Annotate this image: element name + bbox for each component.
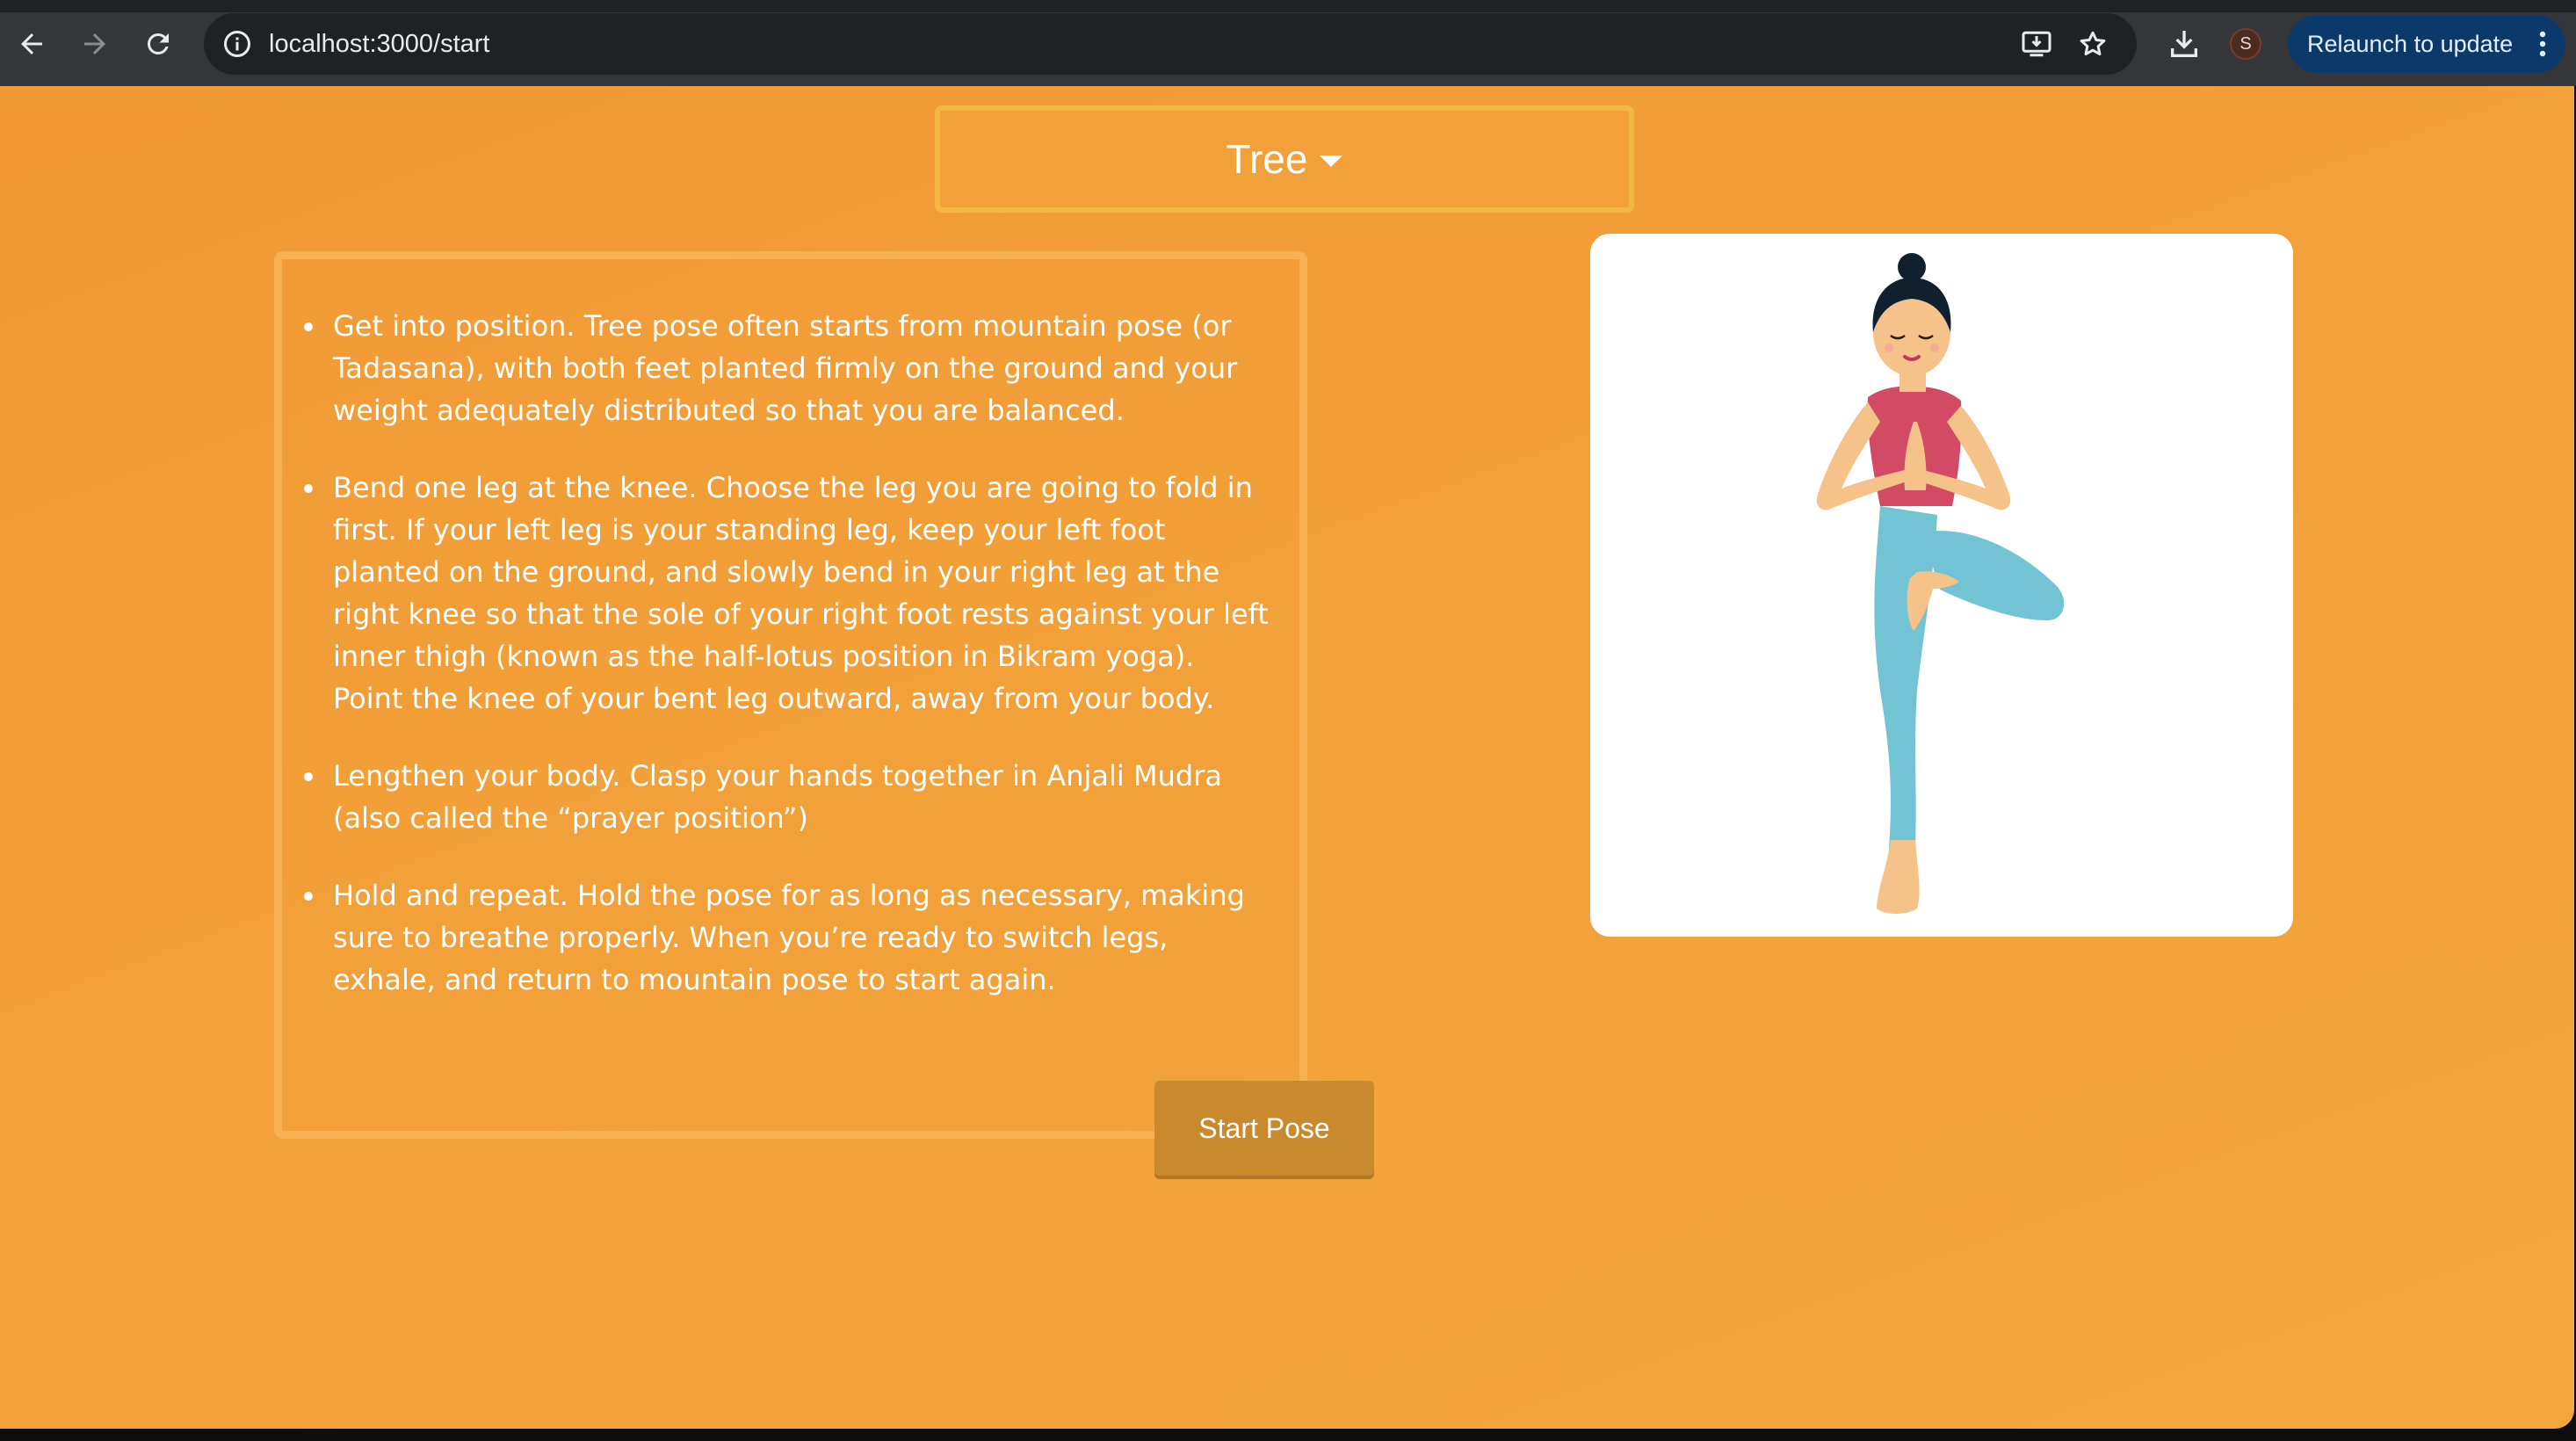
instruction-item: Bend one leg at the knee. Choose the leg… bbox=[328, 467, 1273, 720]
instruction-item: Lengthen your body. Clasp your hands tog… bbox=[328, 755, 1273, 839]
reload-icon bbox=[147, 33, 169, 54]
caret-down-icon bbox=[1320, 155, 1343, 167]
relaunch-to-update-button[interactable]: Relaunch to update bbox=[2288, 15, 2565, 73]
back-button[interactable] bbox=[11, 23, 53, 65]
instruction-item: Hold and repeat. Hold the pose for as lo… bbox=[328, 874, 1273, 1001]
reload-button[interactable] bbox=[137, 23, 179, 65]
address-bar[interactable]: localhost:3000/start bbox=[204, 13, 2137, 75]
forward-button[interactable] bbox=[74, 23, 116, 65]
more-vertical-icon bbox=[2539, 31, 2546, 57]
profile-avatar[interactable]: S bbox=[2230, 28, 2261, 60]
download-icon[interactable] bbox=[2167, 26, 2202, 62]
start-pose-button[interactable]: Start Pose bbox=[1154, 1081, 1374, 1176]
instructions-panel: Get into position. Tree pose often start… bbox=[274, 251, 1307, 1139]
bookmark-star-icon[interactable] bbox=[2077, 28, 2109, 60]
url-text[interactable]: localhost:3000/start bbox=[269, 13, 489, 75]
browser-chrome: localhost:3000/start S Relaunch to updat… bbox=[0, 0, 2576, 86]
pose-image-card bbox=[1590, 234, 2293, 937]
pose-dropdown[interactable]: Tree bbox=[935, 105, 1634, 213]
instructions-list: Get into position. Tree pose often start… bbox=[282, 259, 1299, 1001]
relaunch-label: Relaunch to update bbox=[2307, 31, 2514, 57]
install-app-icon[interactable] bbox=[2021, 28, 2052, 60]
tab-strip bbox=[0, 0, 2576, 12]
site-info-icon[interactable] bbox=[221, 28, 253, 60]
forward-arrow-icon bbox=[84, 33, 105, 54]
tree-pose-illustration bbox=[1816, 253, 2065, 914]
back-arrow-icon bbox=[21, 33, 42, 54]
selected-pose-label: Tree bbox=[1226, 136, 1308, 182]
page-content: Tree Get into position. Tree pose often … bbox=[0, 86, 2574, 1429]
instruction-item: Get into position. Tree pose often start… bbox=[328, 305, 1273, 431]
